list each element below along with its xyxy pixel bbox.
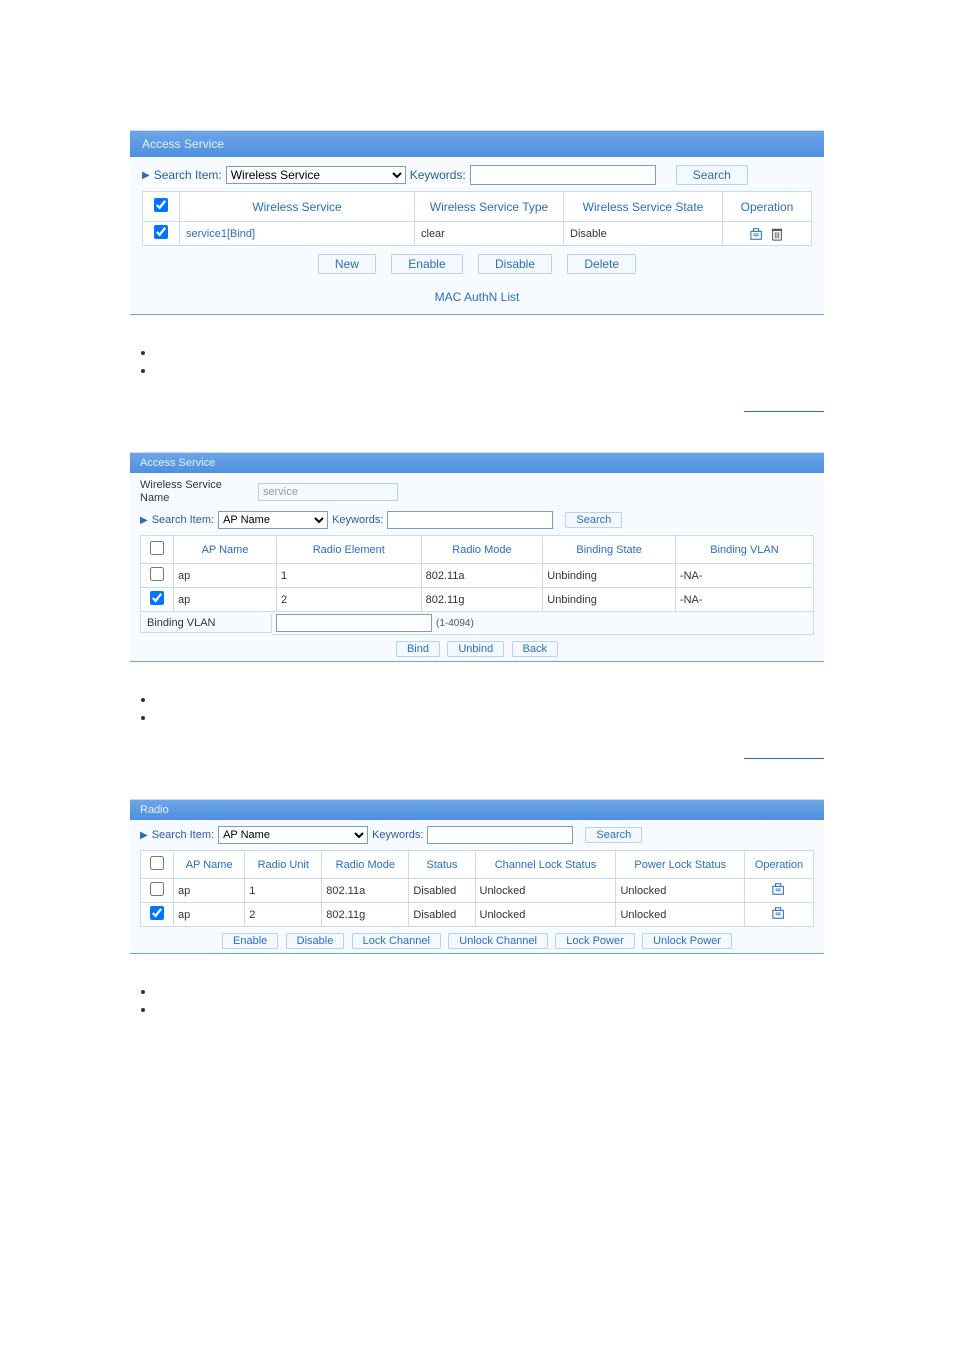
- unlock-power-button[interactable]: Unlock Power: [642, 933, 732, 949]
- bullet-list: [155, 692, 954, 728]
- search-button[interactable]: Search: [565, 512, 622, 528]
- list-item: [155, 984, 954, 1002]
- row-checkbox[interactable]: [150, 591, 164, 605]
- search-item-select[interactable]: AP Name: [218, 511, 328, 529]
- delete-button[interactable]: Delete: [567, 254, 636, 274]
- list-item: [155, 345, 954, 363]
- col-operation: Operation: [745, 851, 814, 879]
- row-checkbox[interactable]: [150, 882, 164, 896]
- table-row: ap 1 802.11a Unbinding -NA-: [141, 564, 814, 588]
- panel-title: Access Service: [130, 130, 824, 157]
- keywords-label: Keywords:: [410, 168, 466, 182]
- select-all-checkbox[interactable]: [150, 856, 164, 870]
- keywords-label: Keywords:: [332, 514, 383, 526]
- col-chlock[interactable]: Channel Lock Status: [475, 851, 616, 879]
- divider: [744, 758, 824, 759]
- divider: [744, 411, 824, 412]
- ap-bind-table: AP Name Radio Element Radio Mode Binding…: [140, 535, 814, 612]
- list-item: [155, 363, 954, 381]
- col-pwlock[interactable]: Power Lock Status: [616, 851, 745, 879]
- enable-button[interactable]: Enable: [391, 254, 462, 274]
- lock-channel-button[interactable]: Lock Channel: [352, 933, 441, 949]
- service-name-label: Wireless Service Name: [140, 479, 250, 505]
- col-radio-mode[interactable]: Radio Mode: [322, 851, 409, 879]
- access-service-panel: Access Service ▶ Search Item: Wireless S…: [130, 130, 824, 315]
- table-row: ap 1 802.11a Disabled Unlocked Unlocked: [141, 879, 814, 903]
- keywords-input[interactable]: [427, 826, 573, 844]
- unbind-button[interactable]: Unbind: [447, 641, 504, 657]
- search-button[interactable]: Search: [585, 827, 642, 843]
- col-state[interactable]: Wireless Service State: [564, 192, 723, 222]
- table-row: ap 2 802.11g Unbinding -NA-: [141, 588, 814, 612]
- unlock-channel-button[interactable]: Unlock Channel: [448, 933, 548, 949]
- list-item: [155, 710, 954, 728]
- col-ap-name[interactable]: AP Name: [174, 536, 277, 564]
- search-item-label: Search Item:: [152, 514, 214, 526]
- row-checkbox[interactable]: [150, 906, 164, 920]
- radio-panel: Radio ▶ Search Item: AP Name Keywords: S…: [130, 799, 824, 954]
- col-radio-element[interactable]: Radio Element: [277, 536, 422, 564]
- mac-authn-link[interactable]: MAC AuthN List: [435, 290, 520, 304]
- col-service[interactable]: Wireless Service: [180, 192, 415, 222]
- row-checkbox[interactable]: [150, 567, 164, 581]
- panel-title: Radio: [130, 799, 824, 820]
- keywords-input[interactable]: [470, 165, 656, 185]
- bullet-list: [155, 345, 954, 381]
- list-item: [155, 692, 954, 710]
- triangle-icon: ▶: [140, 830, 148, 841]
- button-row: New Enable Disable Delete: [142, 254, 812, 274]
- new-button[interactable]: New: [318, 254, 376, 274]
- back-button[interactable]: Back: [512, 641, 558, 657]
- edit-icon[interactable]: [750, 227, 764, 241]
- col-type[interactable]: Wireless Service Type: [415, 192, 564, 222]
- col-radio-mode[interactable]: Radio Mode: [421, 536, 543, 564]
- bullet-list: [155, 984, 954, 1020]
- keywords-input[interactable]: [387, 511, 553, 529]
- disable-button[interactable]: Disable: [478, 254, 552, 274]
- search-row: ▶ Search Item: Wireless Service Keywords…: [142, 165, 812, 185]
- row-checkbox[interactable]: [154, 225, 168, 239]
- search-item-label: Search Item:: [154, 168, 222, 182]
- edit-icon[interactable]: [772, 882, 786, 896]
- keywords-label: Keywords:: [372, 829, 423, 841]
- col-binding-vlan[interactable]: Binding VLAN: [675, 536, 813, 564]
- bind-button[interactable]: Bind: [396, 641, 440, 657]
- select-all-checkbox[interactable]: [154, 198, 168, 212]
- list-item: [155, 1002, 954, 1020]
- col-status[interactable]: Status: [409, 851, 475, 879]
- col-binding-state[interactable]: Binding State: [543, 536, 676, 564]
- search-button[interactable]: Search: [676, 165, 748, 185]
- bind-service-panel: Access Service Wireless Service Name ▶ S…: [130, 452, 824, 662]
- triangle-icon: ▶: [140, 515, 148, 526]
- cell-state: Disable: [564, 222, 723, 246]
- edit-icon[interactable]: [772, 906, 786, 920]
- col-ap-name[interactable]: AP Name: [174, 851, 245, 879]
- cell-type: clear: [415, 222, 564, 246]
- search-item-select[interactable]: AP Name: [218, 826, 368, 844]
- col-radio-unit[interactable]: Radio Unit: [245, 851, 322, 879]
- disable-button[interactable]: Disable: [286, 933, 345, 949]
- radio-table: AP Name Radio Unit Radio Mode Status Cha…: [140, 850, 814, 927]
- enable-button[interactable]: Enable: [222, 933, 278, 949]
- lock-power-button[interactable]: Lock Power: [555, 933, 634, 949]
- service-name-field: [258, 483, 398, 501]
- binding-vlan-hint: (1-4094): [436, 618, 474, 629]
- table-row: ap 2 802.11g Disabled Unlocked Unlocked: [141, 903, 814, 927]
- binding-vlan-input[interactable]: [276, 614, 432, 632]
- panel-title: Access Service: [130, 452, 824, 473]
- service-link[interactable]: service1[Bind]: [186, 228, 255, 240]
- binding-vlan-label: Binding VLAN: [140, 614, 272, 633]
- select-all-checkbox[interactable]: [150, 541, 164, 555]
- wireless-service-table: Wireless Service Wireless Service Type W…: [142, 191, 812, 246]
- search-item-label: Search Item:: [152, 829, 214, 841]
- triangle-icon: ▶: [142, 170, 150, 181]
- search-item-select[interactable]: Wireless Service: [226, 166, 406, 184]
- col-operation: Operation: [723, 192, 812, 222]
- table-row: service1[Bind] clear Disable: [143, 222, 812, 246]
- delete-icon[interactable]: [770, 227, 784, 241]
